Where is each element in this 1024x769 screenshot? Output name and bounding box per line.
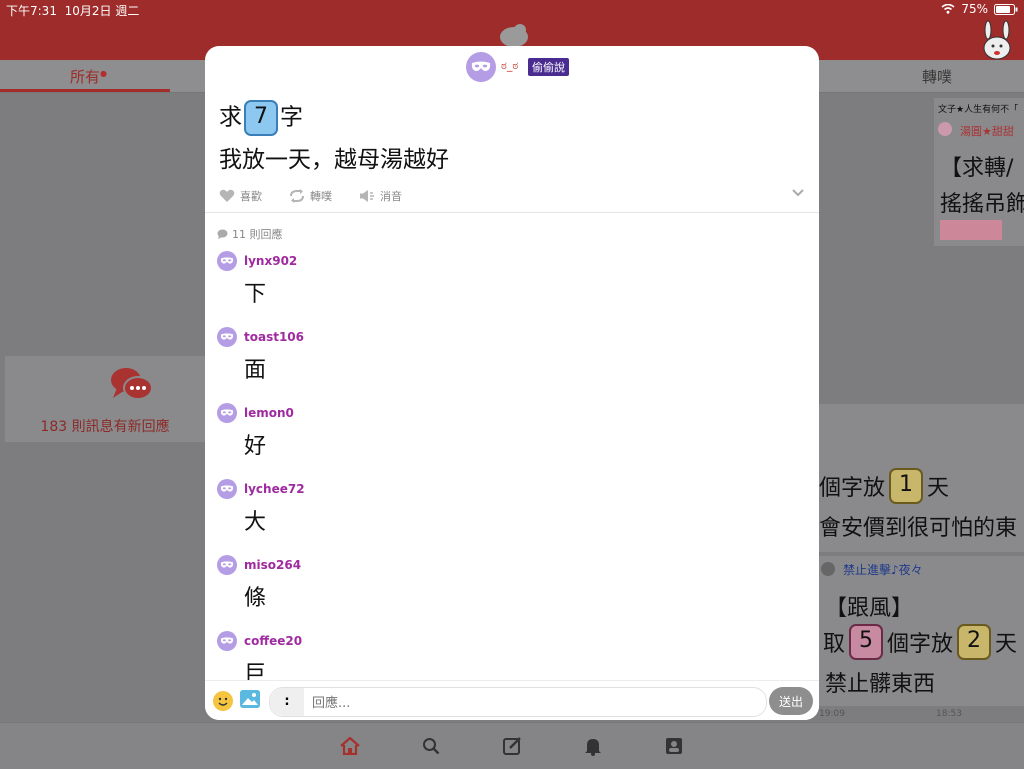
- board-header: ಠ_ಠ 偷偷說: [205, 46, 819, 90]
- mask-avatar-icon[interactable]: [217, 403, 237, 423]
- home-icon[interactable]: [340, 737, 360, 755]
- speaker-mute-icon: [359, 189, 375, 203]
- board-name-badge[interactable]: 偷偷說: [528, 58, 569, 76]
- bottom-nav: [0, 722, 1024, 769]
- mute-button[interactable]: 消音: [359, 188, 402, 204]
- new-responses-card[interactable]: 183 則訊息有新回應: [5, 356, 205, 442]
- battery-icon: [994, 3, 1018, 15]
- bg-card-user: 湯圓★甜甜: [960, 125, 1014, 138]
- mask-avatar-icon[interactable]: [217, 631, 237, 651]
- compose-icon[interactable]: [503, 736, 522, 755]
- search-icon[interactable]: [422, 737, 440, 755]
- bg-timestamp-2: 18:53: [936, 709, 962, 719]
- reply-text: 面: [244, 358, 267, 383]
- new-responses-text: 183 則訊息有新回應: [40, 419, 170, 435]
- bg-card-header: 文子★人生有何不「: [938, 105, 1019, 115]
- mask-avatar-icon[interactable]: [217, 251, 237, 271]
- mask-avatar-icon[interactable]: [217, 555, 237, 575]
- qualifier-selector[interactable]: :: [270, 688, 304, 716]
- reply-text: 條: [244, 586, 267, 611]
- mask-avatar-icon[interactable]: [217, 479, 237, 499]
- divider: [205, 212, 819, 213]
- post-detail-modal: ಠ_ಠ 偷偷說 求7字 我放一天，越母湯越好 喜歡 轉噗 消音 11 則回應 l…: [205, 46, 819, 720]
- post-title: 求7字: [219, 100, 303, 136]
- bell-icon[interactable]: [584, 736, 602, 756]
- bg-card3-line3: 禁止髒東西: [825, 672, 936, 697]
- reply-box: :: [269, 687, 767, 717]
- chat-bubbles-icon: [109, 366, 155, 404]
- bg-post-card-3[interactable]: 禁止進擊♪夜々 【跟風】 取 5 個字放 2 天 禁止髒東西: [819, 556, 1024, 706]
- reply-count: 11 則回應: [217, 226, 283, 242]
- bg-post-card-2[interactable]: 個字放 1 天 會安價到很可怕的東: [819, 404, 1024, 552]
- status-bar: 下午7:31 10月2日 週二 75%: [0, 0, 1024, 20]
- speech-bubble-icon: [217, 229, 228, 239]
- reply-username[interactable]: lynx902: [244, 254, 297, 268]
- reply-username[interactable]: toast106: [244, 330, 304, 344]
- repost-icon: [289, 189, 305, 203]
- wifi-icon: [941, 4, 955, 14]
- bg-card3-avatar: [821, 562, 835, 576]
- reply-input[interactable]: [310, 692, 754, 714]
- mask-avatar-icon[interactable]: [466, 52, 496, 82]
- chevron-down-icon[interactable]: [791, 188, 805, 198]
- reply-username[interactable]: lemon0: [244, 406, 294, 420]
- profile-card-icon[interactable]: [665, 737, 683, 755]
- heart-icon: [219, 189, 235, 203]
- bg-timestamp-1: 19:09: [819, 709, 845, 719]
- reply-username[interactable]: lychee72: [244, 482, 305, 496]
- tab-repost[interactable]: 轉噗: [922, 66, 952, 87]
- board-emote: ಠ_ಠ: [501, 59, 519, 72]
- bg-card-line2: 搖搖吊飾: [940, 192, 1024, 217]
- bg-card2-line2: 會安價到很可怕的東: [819, 516, 1018, 541]
- send-button[interactable]: 送出: [769, 687, 813, 715]
- smiley-icon[interactable]: [213, 691, 233, 711]
- tab-active-indicator: [0, 89, 170, 92]
- number-key-badge: 7: [244, 100, 278, 136]
- battery-percent: 75%: [961, 2, 988, 16]
- post-actions: 喜歡 轉噗 消音: [219, 186, 805, 206]
- bg-post-card-1[interactable]: 文子★人生有何不「 湯圓★甜甜 【求轉/ 搖搖吊飾: [934, 98, 1024, 246]
- reply-text: 大: [244, 510, 267, 535]
- logo-icon: [496, 22, 532, 48]
- bg-card-avatar: [938, 122, 952, 136]
- reply-username[interactable]: miso264: [244, 558, 301, 572]
- reply-text: 好: [244, 434, 267, 459]
- bg-card-thumbnail: [940, 220, 1002, 240]
- post-body: 我放一天，越母湯越好: [219, 147, 449, 173]
- bg-card3-user: 禁止進擊♪夜々: [843, 563, 923, 577]
- reply-composer: : 送出: [205, 680, 819, 720]
- like-button[interactable]: 喜歡: [219, 188, 262, 204]
- reply-text: 下: [244, 282, 267, 307]
- mask-avatar-icon[interactable]: [217, 327, 237, 347]
- image-icon[interactable]: [240, 690, 260, 708]
- status-time-date: 下午7:31 10月2日 週二: [6, 4, 140, 18]
- bg-card3-line2: 取 5 個字放 2 天: [823, 624, 1017, 660]
- bg-card-line1: 【求轉/: [940, 156, 1014, 181]
- bg-card2-line1: 個字放 1 天: [819, 468, 949, 504]
- repost-button[interactable]: 轉噗: [289, 188, 332, 204]
- tab-all[interactable]: 所有●: [70, 66, 107, 87]
- reply-username[interactable]: coffee20: [244, 634, 302, 648]
- bg-card3-line1: 【跟風】: [825, 596, 914, 621]
- user-avatar[interactable]: [980, 20, 1016, 60]
